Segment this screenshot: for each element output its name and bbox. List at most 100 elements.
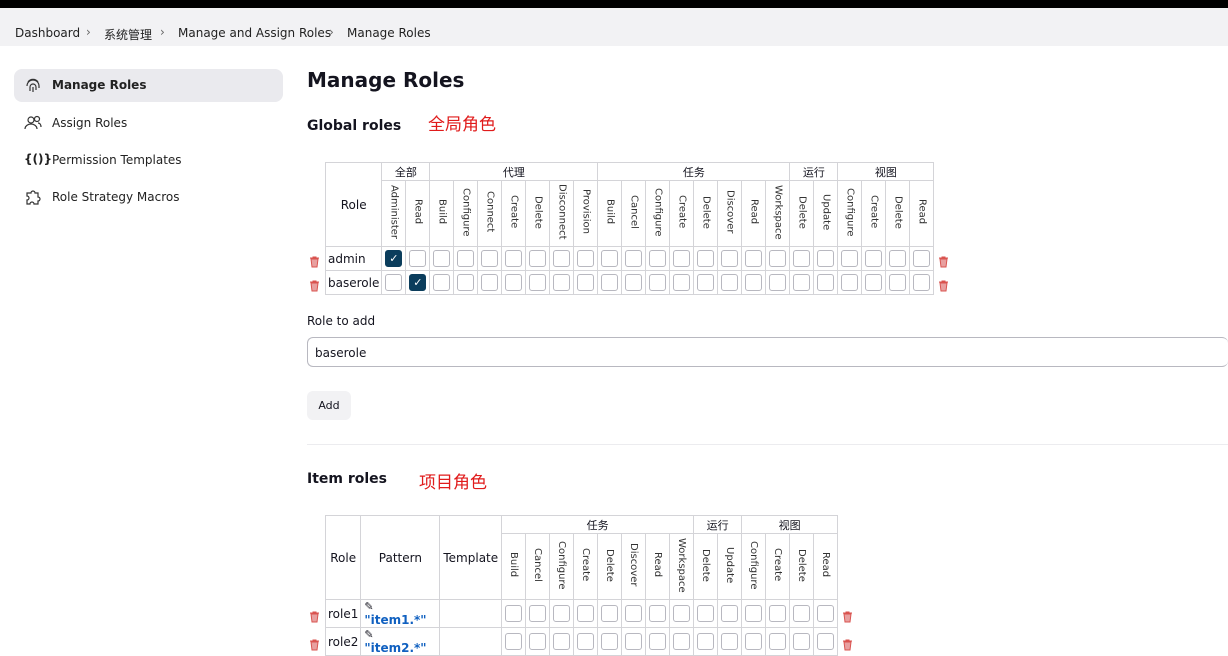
permission-checkbox[interactable] bbox=[697, 274, 715, 291]
permission-checkbox[interactable] bbox=[817, 274, 835, 291]
permission-checkbox[interactable] bbox=[721, 633, 739, 650]
permission-checkbox[interactable] bbox=[433, 274, 451, 291]
permission-checkbox[interactable] bbox=[745, 633, 763, 650]
permission-checkbox[interactable] bbox=[817, 250, 835, 267]
permission-checkbox[interactable] bbox=[745, 274, 763, 291]
permission-checkbox[interactable] bbox=[769, 633, 787, 650]
permission-checkbox[interactable] bbox=[409, 250, 427, 267]
permission-checkbox[interactable] bbox=[529, 274, 547, 291]
permission-checkbox[interactable] bbox=[865, 274, 883, 291]
permission-checkbox[interactable]: ✓ bbox=[385, 250, 403, 267]
permission-checkbox[interactable] bbox=[817, 605, 835, 622]
permission-checkbox[interactable] bbox=[769, 250, 787, 267]
item-roles-heading: Item roles bbox=[307, 471, 388, 487]
permission-checkbox[interactable] bbox=[673, 274, 691, 291]
permission-checkbox[interactable] bbox=[817, 633, 835, 650]
permission-checkbox[interactable] bbox=[793, 633, 811, 650]
edit-pencil-icon[interactable]: ✎ bbox=[364, 628, 373, 641]
permission-checkbox[interactable] bbox=[649, 274, 667, 291]
permission-checkbox[interactable]: ✓ bbox=[409, 274, 427, 291]
permission-checkbox[interactable] bbox=[913, 274, 931, 291]
permission-checkbox[interactable] bbox=[481, 250, 499, 267]
permission-checkbox[interactable] bbox=[505, 250, 523, 267]
permission-checkbox[interactable] bbox=[793, 250, 811, 267]
permission-checkbox[interactable] bbox=[577, 274, 595, 291]
role-template[interactable] bbox=[439, 627, 503, 656]
delete-role-icon[interactable] bbox=[842, 636, 853, 650]
permission-checkbox[interactable] bbox=[553, 633, 571, 650]
role-to-add-input[interactable]: baserole bbox=[307, 337, 1228, 367]
permission-checkbox[interactable] bbox=[577, 605, 595, 622]
permission-checkbox[interactable] bbox=[553, 250, 571, 267]
permission-checkbox[interactable] bbox=[577, 633, 595, 650]
permission-checkbox[interactable] bbox=[697, 633, 715, 650]
permission-checkbox[interactable] bbox=[625, 274, 643, 291]
permission-checkbox[interactable] bbox=[745, 605, 763, 622]
breadcrumb-system[interactable]: 系统管理 bbox=[104, 26, 152, 43]
permission-checkbox[interactable] bbox=[505, 633, 523, 650]
permission-checkbox[interactable] bbox=[529, 633, 547, 650]
permission-checkbox[interactable] bbox=[505, 274, 523, 291]
permission-checkbox[interactable] bbox=[889, 274, 907, 291]
permission-checkbox[interactable] bbox=[457, 274, 475, 291]
permission-checkbox[interactable] bbox=[457, 250, 475, 267]
permission-checkbox[interactable] bbox=[673, 250, 691, 267]
permission-checkbox[interactable] bbox=[553, 274, 571, 291]
permission-checkbox[interactable] bbox=[601, 274, 619, 291]
delete-role-icon[interactable] bbox=[309, 636, 320, 650]
delete-role-icon[interactable] bbox=[309, 608, 320, 622]
permission-checkbox[interactable] bbox=[769, 605, 787, 622]
permission-checkbox[interactable] bbox=[865, 250, 883, 267]
delete-role-icon[interactable] bbox=[938, 277, 949, 291]
delete-role-icon[interactable] bbox=[938, 253, 949, 267]
permission-checkbox[interactable] bbox=[529, 250, 547, 267]
permission-checkbox[interactable] bbox=[649, 605, 667, 622]
breadcrumb-manage-assign[interactable]: Manage and Assign Roles bbox=[178, 26, 331, 40]
permission-checkbox[interactable] bbox=[793, 605, 811, 622]
permission-group-header: 运行 bbox=[789, 162, 839, 181]
permission-checkbox[interactable] bbox=[913, 250, 931, 267]
permission-checkbox[interactable] bbox=[745, 250, 763, 267]
permission-checkbox[interactable] bbox=[529, 605, 547, 622]
add-role-button[interactable]: Add bbox=[307, 391, 351, 420]
permission-checkbox[interactable] bbox=[673, 633, 691, 650]
role-pattern[interactable]: ✎ "item1.*" bbox=[360, 599, 441, 628]
sidebar-item-label: Manage Roles bbox=[52, 78, 147, 92]
permission-checkbox[interactable] bbox=[721, 250, 739, 267]
permission-checkbox[interactable] bbox=[553, 605, 571, 622]
permission-checkbox[interactable] bbox=[721, 274, 739, 291]
delete-role-icon[interactable] bbox=[309, 277, 320, 291]
permission-checkbox[interactable] bbox=[841, 250, 859, 267]
permission-checkbox[interactable] bbox=[481, 274, 499, 291]
role-pattern[interactable]: ✎ "item2.*" bbox=[360, 627, 441, 656]
breadcrumb-dashboard[interactable]: Dashboard bbox=[15, 26, 80, 40]
delete-role-icon[interactable] bbox=[309, 253, 320, 267]
permission-checkbox[interactable] bbox=[505, 605, 523, 622]
permission-checkbox[interactable] bbox=[433, 250, 451, 267]
chevron-right-icon: › bbox=[160, 25, 165, 39]
permission-checkbox[interactable] bbox=[697, 250, 715, 267]
permission-checkbox[interactable] bbox=[889, 250, 907, 267]
breadcrumb-manage-roles[interactable]: Manage Roles bbox=[347, 26, 431, 40]
permission-checkbox[interactable] bbox=[601, 633, 619, 650]
permission-checkbox[interactable] bbox=[649, 250, 667, 267]
permission-checkbox[interactable] bbox=[769, 274, 787, 291]
permission-checkbox[interactable] bbox=[601, 605, 619, 622]
permission-checkbox[interactable] bbox=[841, 274, 859, 291]
permission-checkbox[interactable] bbox=[673, 605, 691, 622]
permission-checkbox[interactable] bbox=[601, 250, 619, 267]
permission-checkbox[interactable] bbox=[793, 274, 811, 291]
permission-checkbox[interactable] bbox=[697, 605, 715, 622]
permission-checkbox[interactable] bbox=[625, 633, 643, 650]
permission-checkbox[interactable] bbox=[625, 605, 643, 622]
edit-pencil-icon[interactable]: ✎ bbox=[364, 600, 373, 613]
role-template[interactable] bbox=[439, 599, 503, 628]
role-name: admin bbox=[324, 246, 383, 271]
column-header-template: Template bbox=[439, 515, 503, 600]
permission-checkbox[interactable] bbox=[721, 605, 739, 622]
permission-checkbox[interactable] bbox=[625, 250, 643, 267]
permission-checkbox[interactable] bbox=[577, 250, 595, 267]
delete-role-icon[interactable] bbox=[842, 608, 853, 622]
permission-checkbox[interactable] bbox=[649, 633, 667, 650]
permission-checkbox[interactable] bbox=[385, 274, 403, 291]
